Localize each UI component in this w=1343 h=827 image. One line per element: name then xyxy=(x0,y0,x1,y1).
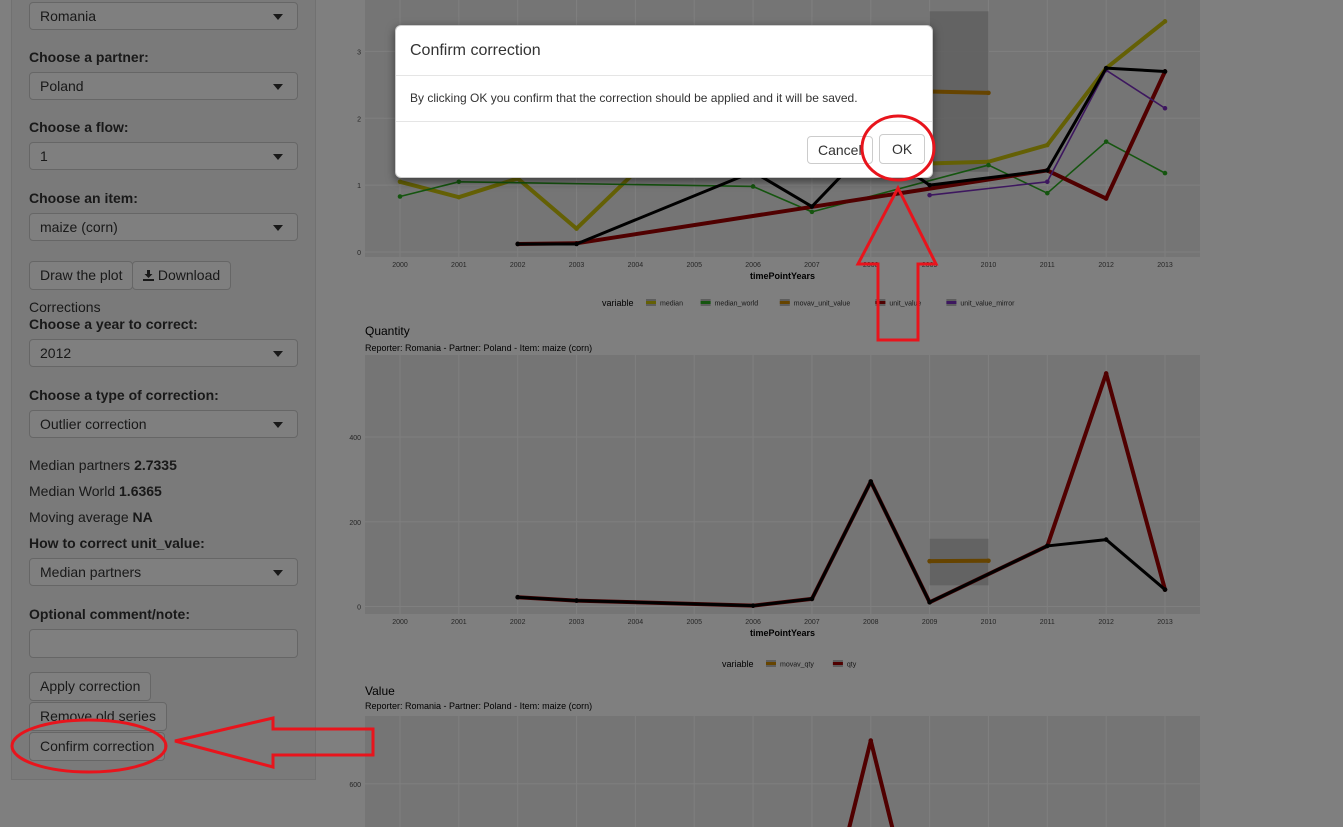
left-arrow-annotation xyxy=(174,716,375,769)
annotation-overlay xyxy=(10,114,939,774)
confirm-highlight-circle xyxy=(10,718,168,774)
ok-highlight-circle xyxy=(860,114,936,182)
up-arrow-annotation xyxy=(855,184,939,342)
